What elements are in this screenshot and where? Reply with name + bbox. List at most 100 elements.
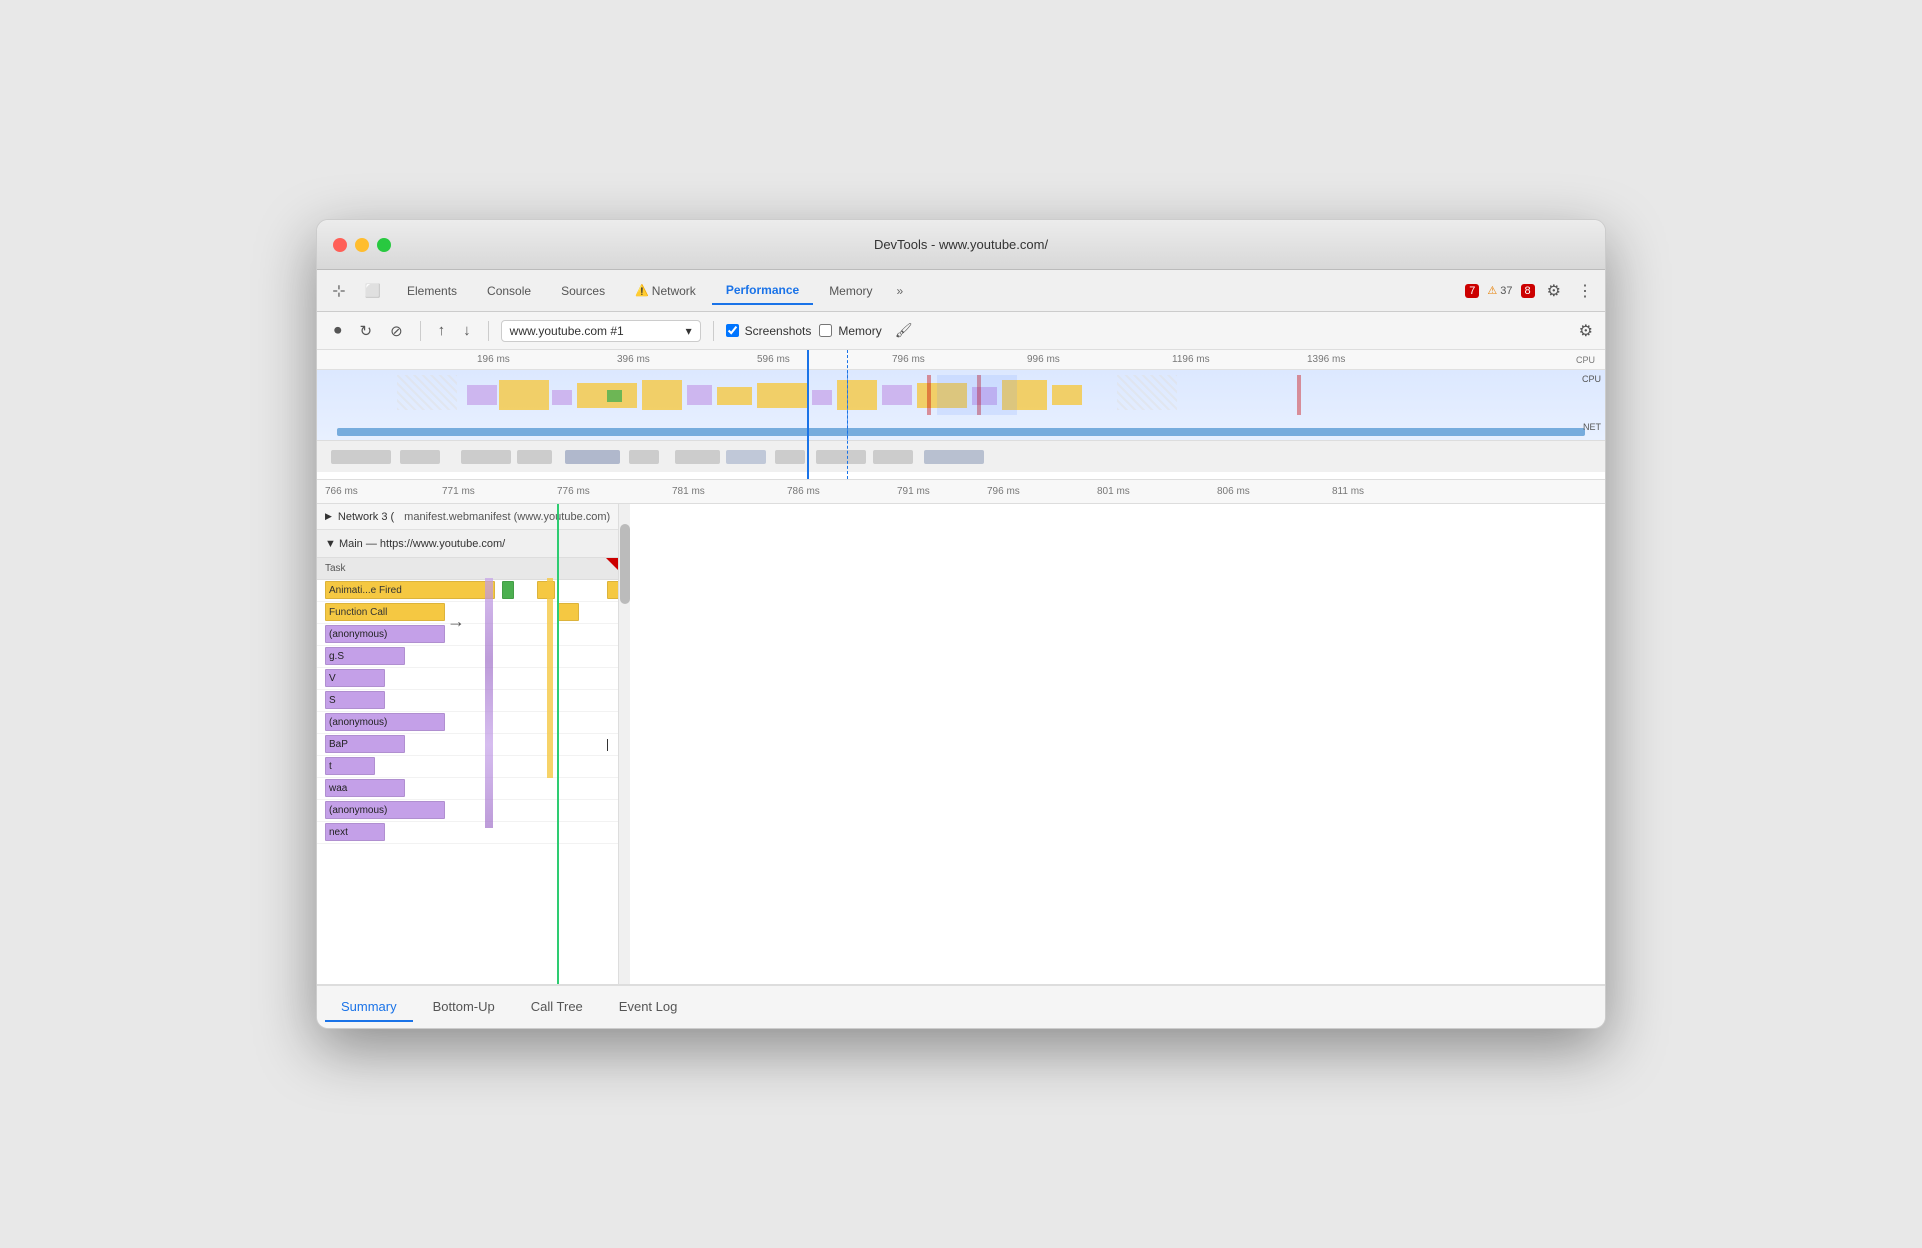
content-area[interactable]: ▶ Network 3 ( manifest.webmanifest (www.… (317, 504, 630, 984)
ruler-mark-1396: 1396 ms (1307, 354, 1345, 365)
main-thread-label: ▼ Main — https://www.youtube.com/ (325, 538, 505, 550)
tab-event-log[interactable]: Event Log (603, 993, 694, 1022)
zoom-801: 801 ms (1097, 486, 1130, 497)
error-badge: 7 (1465, 284, 1479, 298)
flame-row-2: Function Call → b b Function Call Run Mi… (317, 602, 618, 624)
close-button[interactable] (333, 238, 347, 252)
tab-bar: ⊹ ⬜ Elements Console Sources ⚠️ Network … (317, 270, 1605, 312)
tab-summary[interactable]: Summary (325, 993, 413, 1022)
divider-3 (713, 321, 714, 341)
url-selector[interactable]: www.youtube.com #1 ▾ (501, 320, 701, 342)
main-content: ▶ Network 3 ( manifest.webmanifest (www.… (317, 504, 1605, 984)
block-fc-right-1[interactable] (557, 603, 579, 621)
flame-row-10: waa c....nt i...e sa Gib (317, 778, 618, 800)
bottom-tabs: Summary Bottom-Up Call Tree Event Log (317, 984, 1605, 1028)
flame-row-5: V (ano...us) S ta Hla (317, 668, 618, 690)
flame-row-12: next ot S Shb (317, 822, 618, 844)
memory-checkbox-group: Memory (819, 324, 881, 338)
zoom-771: 771 ms (442, 486, 475, 497)
flame-row-6: S f... web (a...) (an...us) Lla (317, 690, 618, 712)
timeline-ruler: 196 ms 396 ms 596 ms 796 ms 996 ms 1196 … (317, 350, 1605, 370)
cpu-right-label: CPU (1582, 374, 1601, 384)
brush-icon[interactable]: 🖌 (890, 319, 918, 342)
clear-button[interactable]: ⊘ (385, 319, 408, 343)
red-triangle (606, 558, 618, 570)
reload-button[interactable]: ↻ (355, 319, 378, 343)
flame-row-1: Animati...e Fired Run ...sks Fire Idle C… (317, 580, 618, 602)
tab-network[interactable]: ⚠️ Network (621, 278, 710, 304)
zoom-806: 806 ms (1217, 486, 1250, 497)
tab-badges: 7 ⚠ 37 8 ⚙ ⋮ (1465, 277, 1597, 305)
tab-sources[interactable]: Sources (547, 278, 619, 304)
zoom-786: 786 ms (787, 486, 820, 497)
block-t[interactable]: t (325, 757, 375, 775)
maximize-button[interactable] (377, 238, 391, 252)
inspect-icon[interactable]: ⊹ (325, 277, 353, 305)
network-row-request: manifest.webmanifest (www.youtube.com) (404, 511, 610, 523)
network-triangle: ▶ (325, 511, 332, 522)
record-button[interactable]: ⏺ (329, 319, 347, 342)
ruler-mark-196: 196 ms (477, 354, 510, 365)
network-row: ▶ Network 3 ( manifest.webmanifest (www.… (317, 504, 618, 530)
upload-button[interactable]: ↑ (433, 319, 451, 342)
info-badge: 8 (1521, 284, 1535, 298)
flame-row-4: g.S ta ta V next mj.exe...backs_ (317, 646, 618, 668)
zoom-791: 791 ms (897, 486, 930, 497)
yellow-column-1 (547, 578, 553, 778)
ruler-mark-996: 996 ms (1027, 354, 1060, 365)
block-anon-3[interactable]: (anonymous) (325, 801, 445, 819)
block-animation-fired[interactable]: Animati...e Fired (325, 581, 495, 599)
toolbar-right: ⚙ (1579, 321, 1593, 341)
tab-console[interactable]: Console (473, 278, 545, 304)
divider-1 (420, 321, 421, 341)
window-title: DevTools - www.youtube.com/ (874, 237, 1048, 252)
download-button[interactable]: ↓ (458, 319, 476, 342)
zoom-ruler: 766 ms 771 ms 776 ms 781 ms 786 ms 791 m… (317, 480, 1605, 504)
tab-performance[interactable]: Performance (712, 277, 813, 305)
tab-more[interactable]: » (889, 280, 912, 302)
block-anon-2[interactable]: (anonymous) (325, 713, 445, 731)
memory-checkbox[interactable] (819, 324, 832, 337)
block-waa[interactable]: waa (325, 779, 405, 797)
toolbar-settings-icon[interactable]: ⚙ (1579, 323, 1593, 340)
block-gs[interactable]: g.S (325, 647, 405, 665)
block-anon-1[interactable]: (anonymous) (325, 625, 445, 643)
flame-row-11: (anonymous) OQa a...d ra Eib (317, 800, 618, 822)
flame-row-7: (anonymous) ◀ ▶ xeb (a...) wB....ob e.JS… (317, 712, 618, 734)
screenshots-checkbox[interactable] (726, 324, 739, 337)
screenshots-label: Screenshots (745, 324, 812, 338)
flame-row-3: (anonymous) next next g.P b ala (317, 624, 618, 646)
block-function-call-1[interactable]: Function Call (325, 603, 445, 621)
block-s[interactable]: S (325, 691, 385, 709)
title-bar: DevTools - www.youtube.com/ (317, 220, 1605, 270)
timeline-overview[interactable]: 196 ms 396 ms 596 ms 796 ms 996 ms 1196 … (317, 350, 1605, 480)
tab-memory[interactable]: Memory (815, 278, 886, 304)
ruler-mark-596: 596 ms (757, 354, 790, 365)
tab-call-tree[interactable]: Call Tree (515, 993, 599, 1022)
tab-elements[interactable]: Elements (393, 278, 471, 304)
tab-bottom-up[interactable]: Bottom-Up (417, 993, 511, 1022)
flame-area: ▶ Network 3 ( manifest.webmanifest (www.… (317, 504, 618, 984)
memory-label: Memory (838, 324, 881, 338)
performance-toolbar: ⏺ ↻ ⊘ ↑ ↓ www.youtube.com #1 ▾ Screensho… (317, 312, 1605, 350)
devtools-window: DevTools - www.youtube.com/ ⊹ ⬜ Elements… (316, 219, 1606, 1029)
zoom-766: 766 ms (325, 486, 358, 497)
scrollbar-thumb[interactable] (620, 524, 630, 604)
more-options-icon[interactable]: ⋮ (1573, 277, 1597, 305)
settings-icon[interactable]: ⚙ (1543, 277, 1565, 305)
net-right-label: NET (1583, 422, 1601, 432)
zoom-781: 781 ms (672, 486, 705, 497)
block-bap[interactable]: BaP (325, 735, 405, 753)
block-next[interactable]: next (325, 823, 385, 841)
minimize-button[interactable] (355, 238, 369, 252)
zoom-776: 776 ms (557, 486, 590, 497)
cpu-net-chart: CPU NET (317, 370, 1605, 440)
ruler-mark-796: 796 ms (892, 354, 925, 365)
flame-row-8: BaP Aeb k...d lm....ob (anonymous) (317, 734, 618, 756)
main-thread-header: ▼ Main — https://www.youtube.com/ (317, 530, 618, 558)
scrollbar[interactable] (618, 504, 630, 984)
block-v[interactable]: V (325, 669, 385, 687)
device-icon[interactable]: ⬜ (359, 277, 387, 305)
cpu-label: CPU (1576, 355, 1595, 365)
block-green-1[interactable] (502, 581, 514, 599)
